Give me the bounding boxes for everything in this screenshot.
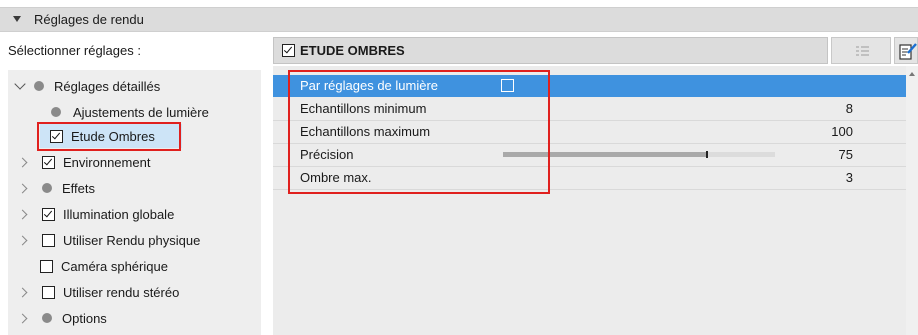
property-row-by-light-settings[interactable]: Par réglages de lumière [273, 75, 906, 97]
property-label: Par réglages de lumière [300, 78, 439, 93]
panel-title: ETUDE OMBRES [300, 43, 405, 58]
chevron-right-icon[interactable] [17, 157, 28, 167]
checkbox-checked-icon[interactable] [42, 207, 55, 221]
chevron-right-icon[interactable] [17, 235, 28, 245]
settings-tree: Réglages détaillés Ajustements de lumièr… [8, 70, 261, 335]
tree-item-global-illumination[interactable]: Illumination globale [17, 202, 175, 226]
list-view-button[interactable] [831, 37, 891, 64]
precision-slider-track[interactable] [503, 151, 775, 158]
tree-item-options[interactable]: Options [17, 306, 107, 330]
precision-slider-fill [503, 152, 707, 157]
section-header[interactable]: Réglages de rendu [0, 7, 918, 32]
select-settings-label: Sélectionner réglages : [8, 43, 141, 58]
panel-header: ETUDE OMBRES [273, 37, 828, 64]
chevron-down-icon[interactable] [14, 78, 26, 90]
property-row-max-shadow[interactable]: Ombre max. 3 [273, 167, 906, 190]
tree-item-label: Illumination globale [63, 206, 175, 222]
tree-item-label: Caméra sphérique [61, 258, 168, 274]
precision-slider-thumb[interactable] [706, 151, 708, 158]
dot-icon [42, 183, 52, 193]
checkbox-unchecked-icon[interactable] [42, 285, 55, 299]
tree-item-label: Options [62, 310, 107, 326]
tree-item-label: Ajustements de lumière [73, 104, 209, 120]
checkbox-checked-icon[interactable] [282, 44, 295, 57]
chevron-right-icon[interactable] [17, 313, 28, 323]
tree-item-label: Utiliser Rendu physique [63, 232, 201, 248]
property-row-min-samples[interactable]: Echantillons minimum 8 [273, 98, 906, 121]
tree-item-spherical-camera[interactable]: Caméra sphérique [40, 254, 168, 278]
tree-item-effects[interactable]: Effets [17, 176, 96, 200]
list-view-icon [856, 46, 869, 56]
property-row-precision[interactable]: Précision 75 [273, 144, 906, 167]
scrollbar[interactable] [906, 66, 918, 335]
checkbox-unchecked-icon[interactable] [42, 233, 55, 247]
tree-item-label: Utiliser rendu stéréo [63, 284, 180, 300]
property-label: Ombre max. [300, 170, 372, 185]
scroll-up-icon[interactable] [909, 72, 915, 76]
checkbox-unchecked-icon[interactable] [501, 79, 514, 92]
property-value[interactable]: 3 [846, 170, 853, 185]
tree-item-stereo-render[interactable]: Utiliser rendu stéréo [17, 280, 180, 304]
checkbox-checked-icon[interactable] [50, 129, 63, 143]
section-title: Réglages de rendu [34, 12, 144, 27]
chevron-right-icon[interactable] [17, 287, 28, 297]
tree-item-label: Environnement [63, 154, 151, 170]
property-value[interactable]: 100 [831, 124, 853, 139]
tree-item-physical-render[interactable]: Utiliser Rendu physique [17, 228, 201, 252]
chevron-right-icon[interactable] [17, 209, 28, 219]
tree-item-label: Effets [62, 180, 96, 196]
tree-item-environment[interactable]: Environnement [17, 150, 151, 174]
tree-item-detailed-settings[interactable]: Réglages détaillés [14, 74, 161, 98]
tree-item-label: Etude Ombres [71, 128, 155, 144]
tree-item-shadow-study[interactable]: Etude Ombres [40, 124, 182, 148]
edit-document-icon [899, 43, 917, 60]
property-value[interactable]: 75 [839, 147, 853, 162]
dot-icon [51, 107, 61, 117]
properties-panel: Par réglages de lumière Echantillons min… [273, 66, 906, 335]
property-label: Echantillons minimum [300, 101, 427, 116]
checkbox-unchecked-icon[interactable] [40, 259, 53, 273]
property-row-max-samples[interactable]: Echantillons maximum 100 [273, 121, 906, 144]
edit-button[interactable] [894, 37, 918, 64]
dot-icon [34, 81, 44, 91]
dot-icon [42, 313, 52, 323]
chevron-right-icon[interactable] [17, 183, 28, 193]
property-value[interactable]: 8 [846, 101, 853, 116]
property-label: Echantillons maximum [300, 124, 431, 139]
property-label: Précision [300, 147, 354, 162]
triangle-down-icon[interactable] [13, 16, 21, 22]
checkbox-checked-icon[interactable] [42, 155, 55, 169]
tree-item-label: Réglages détaillés [54, 78, 161, 94]
tree-item-light-adjustments[interactable]: Ajustements de lumière [51, 100, 209, 124]
